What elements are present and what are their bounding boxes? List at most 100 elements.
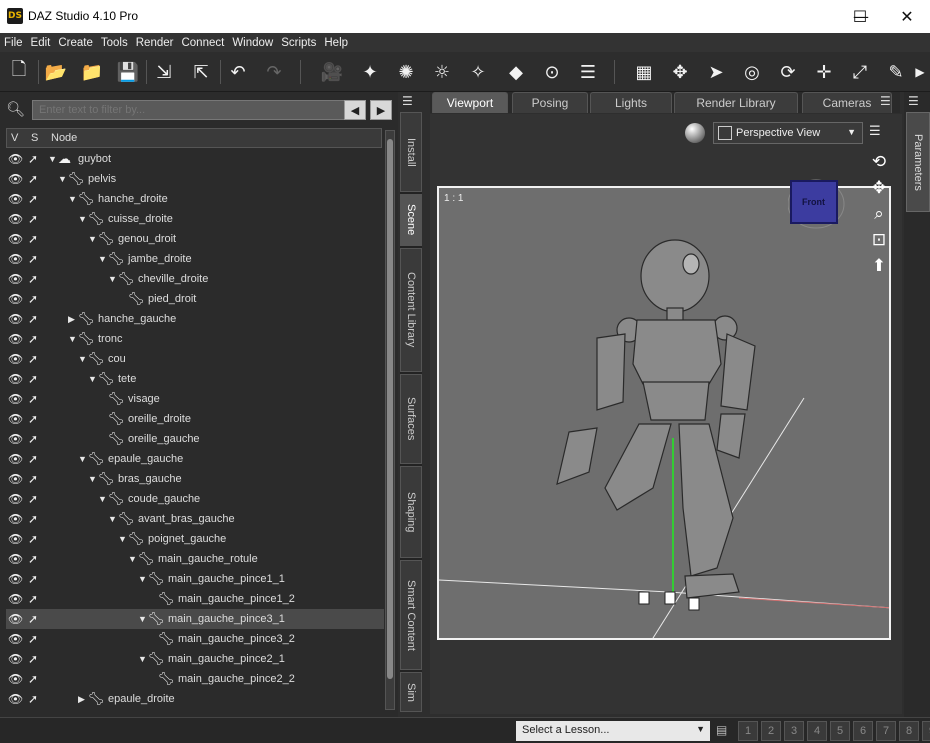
eye-icon[interactable]: 👁︎ — [8, 532, 24, 546]
select-cursor-icon[interactable]: ➚ — [28, 332, 44, 346]
view-cube[interactable]: Front — [788, 178, 846, 230]
expand-arrow-icon[interactable]: ▼ — [138, 573, 148, 585]
select-cursor-icon[interactable]: ➚ — [28, 252, 44, 266]
node-selection-icon[interactable]: ➤ — [702, 58, 730, 86]
lesson-page-6[interactable]: 6 — [853, 721, 873, 741]
universal-tool-icon[interactable]: ✥ — [666, 58, 694, 86]
expand-arrow-icon[interactable]: ▼ — [98, 493, 108, 505]
render-icon[interactable]: ▦ — [630, 58, 658, 86]
expand-arrow-icon[interactable]: ▼ — [108, 513, 118, 525]
eye-icon[interactable]: 👁︎ — [8, 272, 24, 286]
select-cursor-icon[interactable]: ➚ — [28, 212, 44, 226]
menu-file[interactable]: File — [4, 37, 23, 49]
export-icon[interactable]: ⇱ — [187, 58, 215, 86]
expand-arrow-icon[interactable]: ▼ — [48, 153, 58, 165]
tab-content-library[interactable]: Content Library — [400, 248, 422, 372]
tree-row[interactable]: 👁︎ ➚ ▼ 🦴︎ hanche_droite — [6, 189, 384, 209]
eye-icon[interactable]: 👁︎ — [8, 412, 24, 426]
tree-row[interactable]: 👁︎ ➚ ▼ 🦴︎ tete — [6, 369, 384, 389]
expand-arrow-icon[interactable]: ▼ — [128, 553, 138, 565]
select-cursor-icon[interactable]: ➚ — [28, 192, 44, 206]
lesson-page-2[interactable]: 2 — [761, 721, 781, 741]
select-cursor-icon[interactable]: ➚ — [28, 232, 44, 246]
tree-row[interactable]: 👁︎ ➚ ▼ 🦴︎ poignet_gauche — [6, 529, 384, 549]
column-v[interactable]: V — [11, 132, 18, 144]
expand-arrow-icon[interactable]: ▼ — [138, 653, 148, 665]
select-cursor-icon[interactable]: ➚ — [28, 672, 44, 686]
select-cursor-icon[interactable]: ➚ — [28, 392, 44, 406]
eye-icon[interactable]: 👁︎ — [8, 572, 24, 586]
select-cursor-icon[interactable]: ➚ — [28, 652, 44, 666]
rotate-icon[interactable]: ⟳ — [774, 58, 802, 86]
filmstrip-icon[interactable]: ▤ — [716, 723, 734, 739]
eye-icon[interactable]: 👁︎ — [8, 152, 24, 166]
expand-arrow-icon[interactable]: ▼ — [78, 453, 88, 465]
pan-icon[interactable]: ✥ — [866, 176, 892, 200]
tree-row[interactable]: 👁︎ ➚ ▼ 🦴︎ bras_gauche — [6, 469, 384, 489]
menu-help[interactable]: Help — [324, 37, 348, 49]
eye-icon[interactable]: 👁︎ — [8, 552, 24, 566]
eye-icon[interactable]: 👁︎ — [8, 392, 24, 406]
camera-select[interactable]: Perspective View ▼ — [713, 122, 863, 144]
create-primitive-icon[interactable]: ◆ — [502, 58, 530, 86]
spotlight-icon[interactable]: ✦ — [356, 58, 384, 86]
lesson-select[interactable]: Select a Lesson... ▼ — [516, 721, 710, 741]
tab-surfaces[interactable]: Surfaces — [400, 374, 422, 464]
maximize-button[interactable]: ☐ — [837, 0, 883, 33]
draw-style-ball-icon[interactable] — [685, 123, 705, 143]
tab-install[interactable]: Install — [400, 112, 422, 192]
tree-row[interactable]: 👁︎ ➚ ▼ 🦴︎ main_gauche_pince2_1 — [6, 649, 384, 669]
lesson-page-8[interactable]: 8 — [899, 721, 919, 741]
expand-arrow-icon[interactable]: ▶ — [68, 313, 78, 325]
expand-arrow-icon[interactable]: ▼ — [108, 273, 118, 285]
undo-icon[interactable]: ↶ — [224, 58, 252, 86]
tree-row[interactable]: 👁︎ ➚ ▼ 🦴︎ genou_droit — [6, 229, 384, 249]
tree-row[interactable]: 👁︎ ➚ ▼ 🦴︎ jambe_droite — [6, 249, 384, 269]
select-cursor-icon[interactable]: ➚ — [28, 552, 44, 566]
tab-parameters[interactable]: Parameters — [906, 112, 930, 212]
tree-row[interactable]: 👁︎ ➚ 🦴︎ main_gauche_pince2_2 — [6, 669, 384, 689]
select-cursor-icon[interactable]: ➚ — [28, 372, 44, 386]
point-light-icon[interactable]: ✺ — [392, 58, 420, 86]
tab-sim[interactable]: Sim — [400, 672, 422, 712]
eye-icon[interactable]: 👁︎ — [8, 212, 24, 226]
menu-scripts[interactable]: Scripts — [281, 37, 316, 49]
select-cursor-icon[interactable]: ➚ — [28, 592, 44, 606]
select-cursor-icon[interactable]: ➚ — [28, 432, 44, 446]
select-cursor-icon[interactable]: ➚ — [28, 412, 44, 426]
filter-next-button[interactable]: ▶ — [370, 100, 392, 120]
orbit-icon[interactable]: ⟲ — [866, 150, 892, 174]
tree-row[interactable]: 👁︎ ➚ ▶ 🦴︎ epaule_droite — [6, 689, 384, 707]
expand-arrow-icon[interactable]: ▼ — [138, 613, 148, 625]
expand-arrow-icon[interactable]: ▶ — [78, 693, 88, 705]
3d-viewport[interactable]: 1 : 1 — [437, 186, 891, 640]
scale-icon[interactable]: ⤢ — [846, 58, 874, 86]
eye-icon[interactable]: 👁︎ — [8, 512, 24, 526]
eye-icon[interactable]: 👁︎ — [8, 432, 24, 446]
tab-scene[interactable]: Scene — [400, 194, 422, 246]
select-cursor-icon[interactable]: ➚ — [28, 612, 44, 626]
menu-window[interactable]: Window — [232, 37, 273, 49]
select-cursor-icon[interactable]: ➚ — [28, 452, 44, 466]
eye-icon[interactable]: 👁︎ — [8, 312, 24, 326]
filter-input[interactable] — [32, 100, 346, 120]
column-node[interactable]: Node — [51, 132, 77, 144]
lesson-page-9[interactable]: 9 — [922, 721, 930, 741]
select-cursor-icon[interactable]: ➚ — [28, 272, 44, 286]
tab-render-library[interactable]: Render Library — [674, 92, 798, 113]
select-cursor-icon[interactable]: ➚ — [28, 512, 44, 526]
tree-row[interactable]: 👁︎ ➚ ▼ 🦴︎ pelvis — [6, 169, 384, 189]
eye-icon[interactable]: 👁︎ — [8, 252, 24, 266]
expand-arrow-icon[interactable]: ▼ — [68, 333, 78, 345]
tree-row[interactable]: 👁︎ ➚ ▼ 🦴︎ epaule_gauche — [6, 449, 384, 469]
tree-row[interactable]: 👁︎ ➚ ▼ 🦴︎ cuisse_droite — [6, 209, 384, 229]
column-s[interactable]: S — [31, 132, 38, 144]
scrollbar-thumb[interactable] — [387, 139, 393, 679]
select-cursor-icon[interactable]: ➚ — [28, 692, 44, 706]
tree-row[interactable]: 👁︎ ➚ ▼ 🦴︎ main_gauche_pince3_1 — [6, 609, 384, 629]
frame-icon[interactable]: ⊡ — [866, 228, 892, 252]
expand-arrow-icon[interactable]: ▼ — [118, 533, 128, 545]
eye-icon[interactable]: 👁︎ — [8, 292, 24, 306]
menu-create[interactable]: Create — [58, 37, 93, 49]
eye-icon[interactable]: 👁︎ — [8, 612, 24, 626]
